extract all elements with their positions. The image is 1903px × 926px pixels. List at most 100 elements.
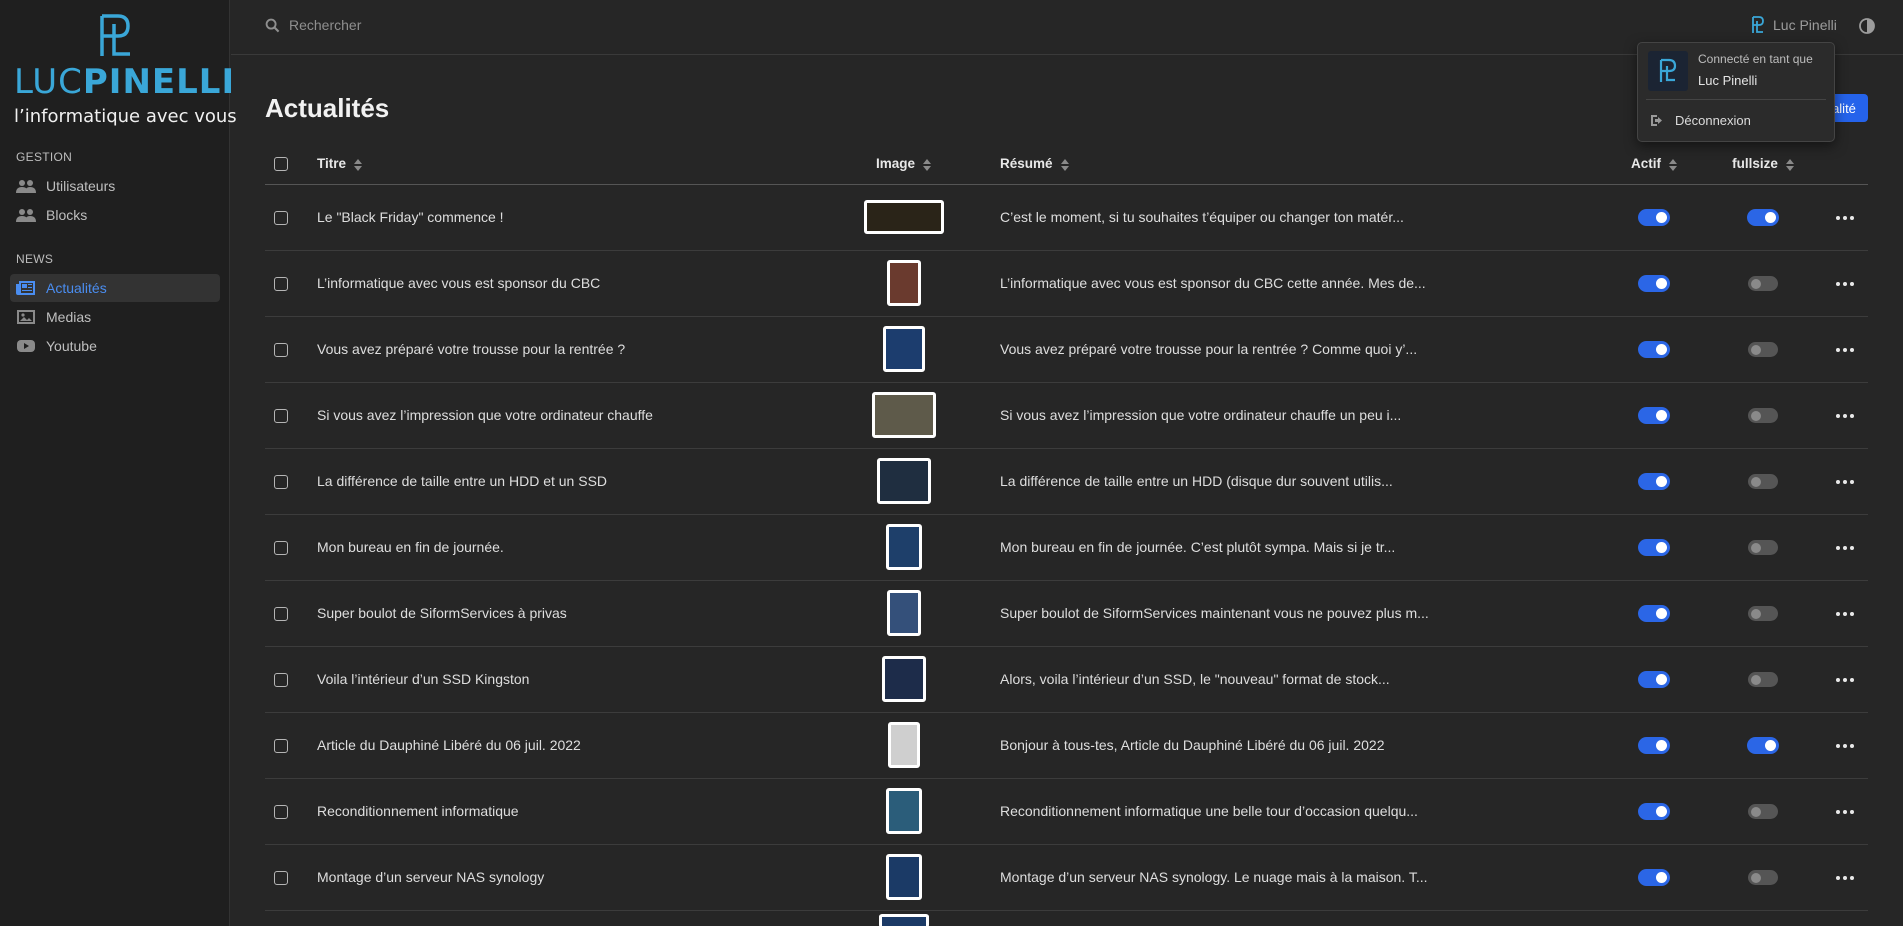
row-image-cell [807,580,1000,646]
row-thumbnail[interactable] [881,656,926,702]
row-thumbnail[interactable] [878,914,929,926]
search-input[interactable] [289,17,589,33]
row-thumbnail[interactable] [876,458,931,504]
table-row[interactable]: L’informatique avec vous est sponsor du … [265,250,1868,316]
more-actions-icon[interactable] [1836,348,1854,353]
sidebar-item-blocks[interactable]: Blocks [10,201,220,229]
fullsize-toggle[interactable] [1748,672,1778,688]
column-header-fullsize[interactable]: fullsize [1708,144,1818,185]
active-toggle[interactable] [1638,538,1670,556]
active-toggle[interactable] [1638,406,1670,424]
row-title[interactable]: Voila l’intérieur d’un SSD Kingston [317,646,807,712]
fullsize-toggle[interactable] [1747,736,1779,754]
fullsize-toggle[interactable] [1748,408,1778,424]
more-actions-icon[interactable] [1836,480,1854,485]
table-row[interactable]: Montage d’un serveur NAS synology Montag… [265,844,1868,910]
more-actions-icon[interactable] [1836,876,1854,881]
active-toggle[interactable] [1638,868,1670,886]
table-row[interactable]: Vous avez préparé votre trousse pour la … [265,316,1868,382]
table-row[interactable]: La différence de taille entre un HDD et … [265,448,1868,514]
row-title[interactable]: Vous avez préparé votre trousse pour la … [317,316,807,382]
row-thumbnail[interactable] [863,200,944,234]
row-title[interactable]: Super boulot de SiformServices à privas [317,580,807,646]
row-thumbnail[interactable] [886,260,921,306]
fullsize-toggle[interactable] [1748,804,1778,820]
row-checkbox-cell [265,382,317,448]
row-title[interactable]: Article du Dauphiné Libéré du 06 juil. 2… [317,712,807,778]
row-checkbox[interactable] [274,475,288,490]
row-thumbnail[interactable] [887,722,920,768]
more-actions-icon[interactable] [1836,414,1854,419]
table-row[interactable]: Article du Dauphiné Libéré du 06 juil. 2… [265,712,1868,778]
row-checkbox[interactable] [274,871,288,886]
row-checkbox[interactable] [274,277,288,292]
fullsize-toggle[interactable] [1748,474,1778,490]
row-thumbnail[interactable] [885,788,922,834]
fullsize-toggle[interactable] [1748,276,1778,292]
search-icon [265,18,280,32]
row-thumbnail[interactable] [882,326,925,372]
row-checkbox[interactable] [274,607,288,622]
column-header-title[interactable]: Titre [317,144,807,185]
active-toggle[interactable] [1638,340,1670,358]
theme-toggle-icon[interactable] [1858,17,1876,35]
more-actions-icon[interactable] [1836,744,1854,749]
sidebar-item-utilisateurs[interactable]: Utilisateurs [10,172,220,200]
column-header-summary[interactable]: Résumé [1000,144,1600,185]
row-title[interactable]: L’informatique avec vous est sponsor du … [317,250,807,316]
row-thumbnail[interactable] [886,590,921,636]
active-toggle[interactable] [1638,472,1670,490]
table-row[interactable]: Super boulot de SiformServices à privas … [265,580,1868,646]
row-checkbox[interactable] [274,673,288,688]
sidebar-item-actualites[interactable]: Actualités [10,274,220,302]
more-actions-icon[interactable] [1836,612,1854,617]
column-header-active[interactable]: Actif [1600,144,1708,185]
select-all-checkbox[interactable] [274,157,288,172]
sidebar-item-youtube[interactable]: Youtube [10,332,220,360]
row-thumbnail[interactable] [885,524,922,570]
youtube-icon [17,340,35,352]
logout-menu-item[interactable]: Déconnexion [1650,113,1751,128]
nav-section-news: NEWS [16,252,54,266]
row-title[interactable]: Montage d’un serveur NAS synology [317,844,807,910]
row-checkbox[interactable] [274,343,288,358]
row-checkbox[interactable] [274,541,288,556]
active-toggle[interactable] [1638,670,1670,688]
more-actions-icon[interactable] [1836,282,1854,287]
fullsize-toggle[interactable] [1747,208,1779,226]
active-toggle[interactable] [1638,802,1670,820]
fullsize-toggle[interactable] [1748,342,1778,358]
active-toggle[interactable] [1638,208,1670,226]
table-row[interactable]: Voila l’intérieur d’un SSD Kingston Alor… [265,646,1868,712]
row-thumbnail[interactable] [871,392,936,438]
row-thumbnail[interactable] [885,854,922,900]
row-checkbox[interactable] [274,739,288,754]
more-actions-icon[interactable] [1836,678,1854,683]
fullsize-toggle[interactable] [1748,870,1778,886]
active-toggle[interactable] [1638,604,1670,622]
fullsize-toggle[interactable] [1748,540,1778,556]
more-actions-icon[interactable] [1836,546,1854,551]
sidebar-item-medias[interactable]: Medias [10,303,220,331]
row-actions-cell [1818,712,1868,778]
table-row[interactable]: Mon bureau en fin de journée. Mon bureau… [265,514,1868,580]
table-row[interactable]: Si vous avez l’impression que votre ordi… [265,382,1868,448]
row-title[interactable]: Mon bureau en fin de journée. [317,514,807,580]
user-menu-trigger[interactable]: Luc Pinelli [1751,16,1837,34]
active-toggle[interactable] [1638,274,1670,292]
more-actions-icon[interactable] [1836,216,1854,221]
row-title[interactable]: Si vous avez l’impression que votre ordi… [317,382,807,448]
table-row[interactable]: Le "Black Friday" commence ! C’est le mo… [265,184,1868,250]
brand-logo[interactable]: LUCPINELLI l’informatique avec vous [14,14,237,127]
fullsize-toggle[interactable] [1748,606,1778,622]
row-checkbox[interactable] [274,211,288,226]
row-title[interactable]: Le "Black Friday" commence ! [317,184,807,250]
more-actions-icon[interactable] [1836,810,1854,815]
column-header-image[interactable]: Image [807,144,1000,185]
row-checkbox[interactable] [274,805,288,820]
active-toggle[interactable] [1638,736,1670,754]
row-title[interactable]: Reconditionnement informatique [317,778,807,844]
row-checkbox[interactable] [274,409,288,424]
table-row[interactable]: Reconditionnement informatique Reconditi… [265,778,1868,844]
row-title[interactable]: La différence de taille entre un HDD et … [317,448,807,514]
